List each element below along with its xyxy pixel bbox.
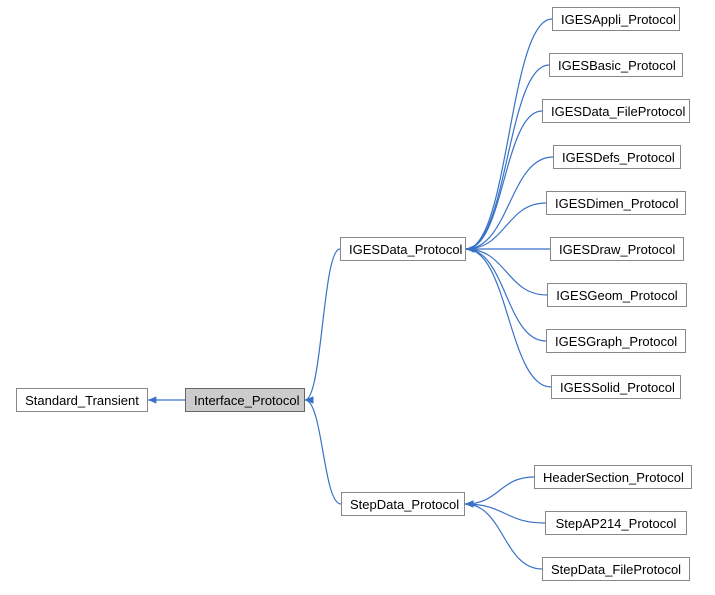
node-stepdata_fileprotocol[interactable]: StepData_FileProtocol	[542, 557, 690, 581]
node-igessolid_protocol[interactable]: IGESSolid_Protocol	[551, 375, 681, 399]
node-label: IGESDimen_Protocol	[555, 196, 679, 211]
node-label: IGESDefs_Protocol	[562, 150, 675, 165]
node-igesdata_protocol[interactable]: IGESData_Protocol	[340, 237, 466, 261]
edge-igesgraph_protocol-to-igesdata_protocol	[466, 249, 546, 341]
node-label: StepAP214_Protocol	[556, 516, 677, 531]
node-label: HeaderSection_Protocol	[543, 470, 684, 485]
edge-stepdata_fileprotocol-to-stepdata_protocol	[465, 504, 542, 569]
node-label: IGESDraw_Protocol	[559, 242, 675, 257]
node-igesdata_fileprotocol[interactable]: IGESData_FileProtocol	[542, 99, 690, 123]
edge-igesbasic_protocol-to-igesdata_protocol	[466, 65, 549, 249]
node-label: IGESData_FileProtocol	[551, 104, 685, 119]
node-igesgraph_protocol[interactable]: IGESGraph_Protocol	[546, 329, 686, 353]
node-igesdimen_protocol[interactable]: IGESDimen_Protocol	[546, 191, 686, 215]
edge-headersection_protocol-to-stepdata_protocol	[465, 477, 534, 504]
node-interface_protocol[interactable]: Interface_Protocol	[185, 388, 305, 412]
node-label: Interface_Protocol	[194, 393, 300, 408]
node-igesgeom_protocol[interactable]: IGESGeom_Protocol	[547, 283, 687, 307]
node-label: IGESData_Protocol	[349, 242, 462, 257]
edge-stepdata_protocol-to-interface_protocol	[305, 400, 341, 504]
node-label: Standard_Transient	[25, 393, 139, 408]
node-label: IGESBasic_Protocol	[558, 58, 676, 73]
edge-igesdata_fileprotocol-to-igesdata_protocol	[466, 111, 542, 249]
node-label: IGESSolid_Protocol	[560, 380, 675, 395]
edge-igesappli_protocol-to-igesdata_protocol	[466, 19, 552, 249]
node-igesbasic_protocol[interactable]: IGESBasic_Protocol	[549, 53, 683, 77]
node-headersection_protocol[interactable]: HeaderSection_Protocol	[534, 465, 692, 489]
node-label: StepData_FileProtocol	[551, 562, 681, 577]
diagram-canvas: Standard_Transient Interface_Protocol IGES…	[0, 0, 715, 595]
node-stepdata_protocol[interactable]: StepData_Protocol	[341, 492, 465, 516]
node-igesappli_protocol[interactable]: IGESAppli_Protocol	[552, 7, 680, 31]
edge-igesdata_protocol-to-interface_protocol	[305, 249, 340, 400]
node-label: IGESAppli_Protocol	[561, 12, 676, 27]
edge-igesgeom_protocol-to-igesdata_protocol	[466, 249, 547, 295]
node-standard_transient[interactable]: Standard_Transient	[16, 388, 148, 412]
node-label: StepData_Protocol	[350, 497, 459, 512]
node-igesdefs_protocol[interactable]: IGESDefs_Protocol	[553, 145, 681, 169]
node-label: IGESGeom_Protocol	[556, 288, 677, 303]
node-stepap214_protocol[interactable]: StepAP214_Protocol	[545, 511, 687, 535]
edge-igessolid_protocol-to-igesdata_protocol	[466, 249, 551, 387]
edge-igesdefs_protocol-to-igesdata_protocol	[466, 157, 553, 249]
node-label: IGESGraph_Protocol	[555, 334, 677, 349]
edge-igesdimen_protocol-to-igesdata_protocol	[466, 203, 546, 249]
edge-stepap214_protocol-to-stepdata_protocol	[465, 504, 545, 523]
node-igesdraw_protocol[interactable]: IGESDraw_Protocol	[550, 237, 684, 261]
